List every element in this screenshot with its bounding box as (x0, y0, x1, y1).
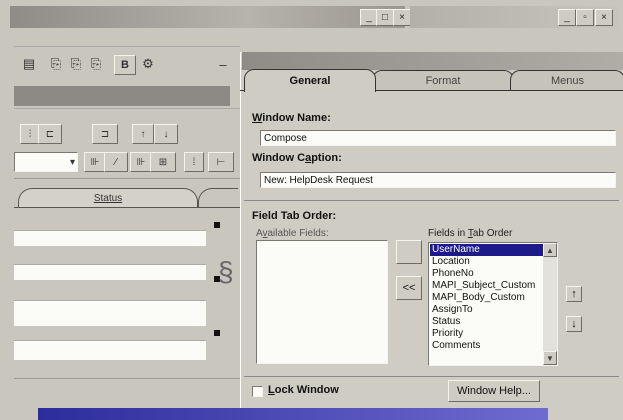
list-item-comments[interactable]: Comments (430, 340, 557, 352)
copy-icon[interactable]: ⎘ (66, 55, 86, 73)
background-window-titlebar-right[interactable]: _ ▫ × (410, 6, 618, 28)
form-field[interactable] (14, 300, 206, 326)
available-fields-label: Available Fields: (256, 228, 329, 239)
background-window-titlebar[interactable]: _ □ × (10, 6, 411, 28)
list-item-phoneno[interactable]: PhoneNo (430, 268, 557, 280)
scroll-up-arrow-icon[interactable]: ▲ (543, 243, 557, 257)
form-icon[interactable]: ▤ (20, 55, 38, 73)
font-dropdown[interactable]: ▾ (14, 152, 78, 172)
list-item-location[interactable]: Location (430, 256, 557, 268)
send-down-icon[interactable]: ↓ (154, 124, 178, 144)
tab-menus[interactable]: Menus (510, 70, 623, 91)
align-left-icon[interactable]: ⫶ (20, 124, 40, 144)
tab-general[interactable]: General (244, 69, 376, 92)
list-item-assignto[interactable]: AssignTo (430, 304, 557, 316)
divider (244, 200, 619, 201)
move-up-button[interactable]: ↑ (566, 286, 582, 302)
lock-window-label: Lock Window (268, 384, 339, 396)
bold-icon[interactable]: B (114, 55, 136, 75)
space-vertical-icon[interactable]: ⊪ (130, 152, 152, 172)
tab-baseline (14, 207, 240, 208)
separator-icon: – (219, 56, 227, 72)
bottom-titlebar-strip[interactable] (38, 408, 548, 420)
divider (14, 178, 240, 179)
window-caption-input[interactable]: New: HelpDesk Request (260, 172, 616, 188)
align-center-icon[interactable]: ⊏ (38, 124, 62, 144)
maximize-button[interactable]: □ (376, 9, 394, 26)
available-fields-list[interactable] (256, 240, 388, 364)
selection-handle[interactable] (214, 222, 220, 228)
minimize-button-right[interactable]: _ (558, 9, 576, 26)
tab-status-label: Status (93, 193, 123, 204)
form-field[interactable] (14, 264, 206, 280)
tab-format[interactable]: Format (372, 70, 514, 91)
distribute-icon[interactable]: ⁞ (184, 152, 204, 172)
window-caption-label: Window Caption: (252, 152, 342, 164)
menu-bar (14, 32, 240, 48)
grid-icon[interactable]: ⊞ (150, 152, 176, 172)
window-name-input[interactable]: Compose (260, 130, 616, 146)
divider (14, 108, 240, 109)
dialog-titlebar[interactable] (242, 52, 623, 70)
fields-in-tab-order-label: Fields in Tab Order (428, 228, 513, 239)
tab-order-icon[interactable]: ⊢ (208, 152, 234, 172)
list-item-mapi-subject[interactable]: MAPI_Subject_Custom (430, 280, 557, 292)
move-left-button[interactable]: << (396, 276, 422, 300)
restore-button-right[interactable]: ▫ (576, 9, 594, 26)
move-right-button[interactable] (396, 240, 422, 264)
diagonal-icon[interactable]: ⁄ (104, 152, 128, 172)
paste-icon[interactable]: ⎘ (86, 55, 106, 73)
form-field[interactable] (14, 340, 206, 360)
signature-graphic: § (218, 256, 234, 287)
fields-in-tab-order-list[interactable]: UserName Location PhoneNo MAPI_Subject_C… (428, 242, 558, 366)
list-item-username[interactable]: UserName (430, 244, 544, 256)
window-name-label: Window Name: (252, 112, 331, 124)
toolbar: ▤ ⎘ ⎘ ⎘ B ⚙ – (20, 52, 230, 78)
scroll-down-arrow-icon[interactable]: ▼ (543, 351, 557, 365)
tool-icon[interactable]: ⚙ (138, 55, 158, 73)
toolbar-band (14, 86, 230, 106)
close-button-right[interactable]: × (595, 9, 613, 26)
close-button[interactable]: × (393, 9, 411, 26)
window-help-button[interactable]: Window Help... (448, 380, 540, 402)
list-item-mapi-body[interactable]: MAPI_Body_Custom (430, 292, 557, 304)
tab-status[interactable]: Status (18, 188, 198, 208)
open-icon[interactable]: ⎘ (46, 55, 66, 73)
space-horizontal-icon[interactable]: ⊪ (84, 152, 106, 172)
scrollbar-track[interactable] (543, 257, 557, 351)
divider (14, 378, 240, 379)
move-down-button[interactable]: ↓ (566, 316, 582, 332)
list-item-status[interactable]: Status (430, 316, 557, 328)
tab-next-edge (198, 188, 238, 208)
bring-up-icon[interactable]: ↑ (132, 124, 154, 144)
form-field[interactable] (14, 230, 206, 246)
lock-window-checkbox[interactable] (252, 386, 263, 397)
field-tab-order-label: Field Tab Order: (252, 210, 337, 222)
align-right-icon[interactable]: ⊐ (92, 124, 118, 144)
list-item-priority[interactable]: Priority (430, 328, 557, 340)
divider (244, 376, 619, 377)
